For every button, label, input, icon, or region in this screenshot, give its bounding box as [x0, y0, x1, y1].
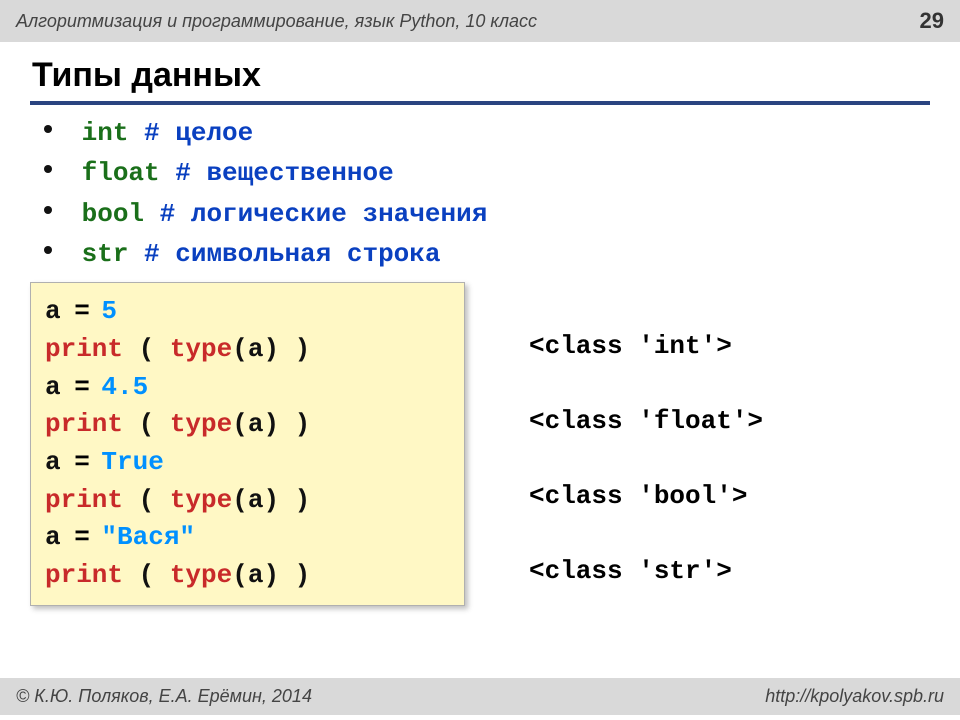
breadcrumb: Алгоритмизация и программирование, язык … — [16, 11, 537, 32]
code-fn: type — [170, 560, 232, 590]
type-comment: # целое — [144, 118, 253, 148]
types-list: int # целое float # вещественное bool # … — [30, 113, 930, 274]
code-line: a = 5 — [45, 293, 446, 331]
code-call: print — [45, 409, 123, 439]
bullet-icon — [44, 125, 52, 133]
code-fn: type — [170, 409, 232, 439]
code-line: print ( type(a) ) — [45, 406, 446, 444]
code-eq: = — [61, 522, 102, 552]
code-fn: type — [170, 485, 232, 515]
type-comment: # символьная строка — [144, 239, 440, 269]
code-line: a = True — [45, 444, 446, 482]
list-item: float # вещественное — [44, 153, 930, 193]
code-paren: ) — [279, 334, 310, 364]
type-comment: # логические значения — [160, 199, 488, 229]
output-line: <class 'int'> — [529, 328, 763, 403]
type-keyword: float — [82, 158, 160, 188]
spacer — [128, 239, 144, 269]
code-paren: ) — [279, 485, 310, 515]
code-value: True — [101, 447, 163, 477]
header-bar: Алгоритмизация и программирование, язык … — [0, 0, 960, 42]
list-item: int # целое — [44, 113, 930, 153]
code-line: print ( type(a) ) — [45, 331, 446, 369]
code-paren: ( — [123, 485, 170, 515]
type-keyword: int — [82, 118, 129, 148]
output-line: <class 'str'> — [529, 553, 763, 628]
output-line: <class 'bool'> — [529, 478, 763, 553]
code-value: 4.5 — [101, 372, 148, 402]
code-line: print ( type(a) ) — [45, 557, 446, 595]
code-line: a = 4.5 — [45, 369, 446, 407]
code-arg: (a) — [232, 334, 279, 364]
code-paren: ( — [123, 409, 170, 439]
code-box: a = 5 print ( type(a) ) a = 4.5 print ( … — [30, 282, 465, 606]
output-line: <class 'float'> — [529, 403, 763, 478]
code-arg: (a) — [232, 560, 279, 590]
code-line: print ( type(a) ) — [45, 482, 446, 520]
code-eq: = — [61, 296, 102, 326]
code-var: a — [45, 296, 61, 326]
code-arg: (a) — [232, 409, 279, 439]
code-var: a — [45, 522, 61, 552]
code-value: 5 — [101, 296, 117, 326]
slide-title: Типы данных — [30, 52, 930, 105]
spacer — [144, 199, 160, 229]
code-var: a — [45, 447, 61, 477]
outputs: <class 'int'> <class 'float'> <class 'bo… — [465, 282, 763, 628]
footer-url: http://kpolyakov.spb.ru — [765, 686, 944, 707]
code-call: print — [45, 560, 123, 590]
code-value: "Вася" — [101, 522, 195, 552]
code-call: print — [45, 334, 123, 364]
code-eq: = — [61, 447, 102, 477]
code-arg: (a) — [232, 485, 279, 515]
bullet-icon — [44, 206, 52, 214]
footer-bar: © К.Ю. Поляков, Е.А. Ерёмин, 2014 http:/… — [0, 678, 960, 715]
spacer — [160, 158, 176, 188]
bullet-icon — [44, 246, 52, 254]
code-paren: ) — [279, 409, 310, 439]
type-comment: # вещественное — [175, 158, 393, 188]
code-paren: ( — [123, 560, 170, 590]
code-row: a = 5 print ( type(a) ) a = 4.5 print ( … — [30, 282, 930, 628]
code-paren: ) — [279, 560, 310, 590]
list-item: str # символьная строка — [44, 234, 930, 274]
code-eq: = — [61, 372, 102, 402]
type-keyword: bool — [82, 199, 144, 229]
slide-content: Типы данных int # целое float # веществе… — [0, 42, 960, 638]
list-item: bool # логические значения — [44, 194, 930, 234]
code-fn: type — [170, 334, 232, 364]
bullet-icon — [44, 165, 52, 173]
type-keyword: str — [82, 239, 129, 269]
spacer — [128, 118, 144, 148]
page-number: 29 — [920, 8, 944, 34]
footer-credit: © К.Ю. Поляков, Е.А. Ерёмин, 2014 — [16, 686, 312, 707]
code-line: a = "Вася" — [45, 519, 446, 557]
code-var: a — [45, 372, 61, 402]
code-paren: ( — [123, 334, 170, 364]
code-call: print — [45, 485, 123, 515]
